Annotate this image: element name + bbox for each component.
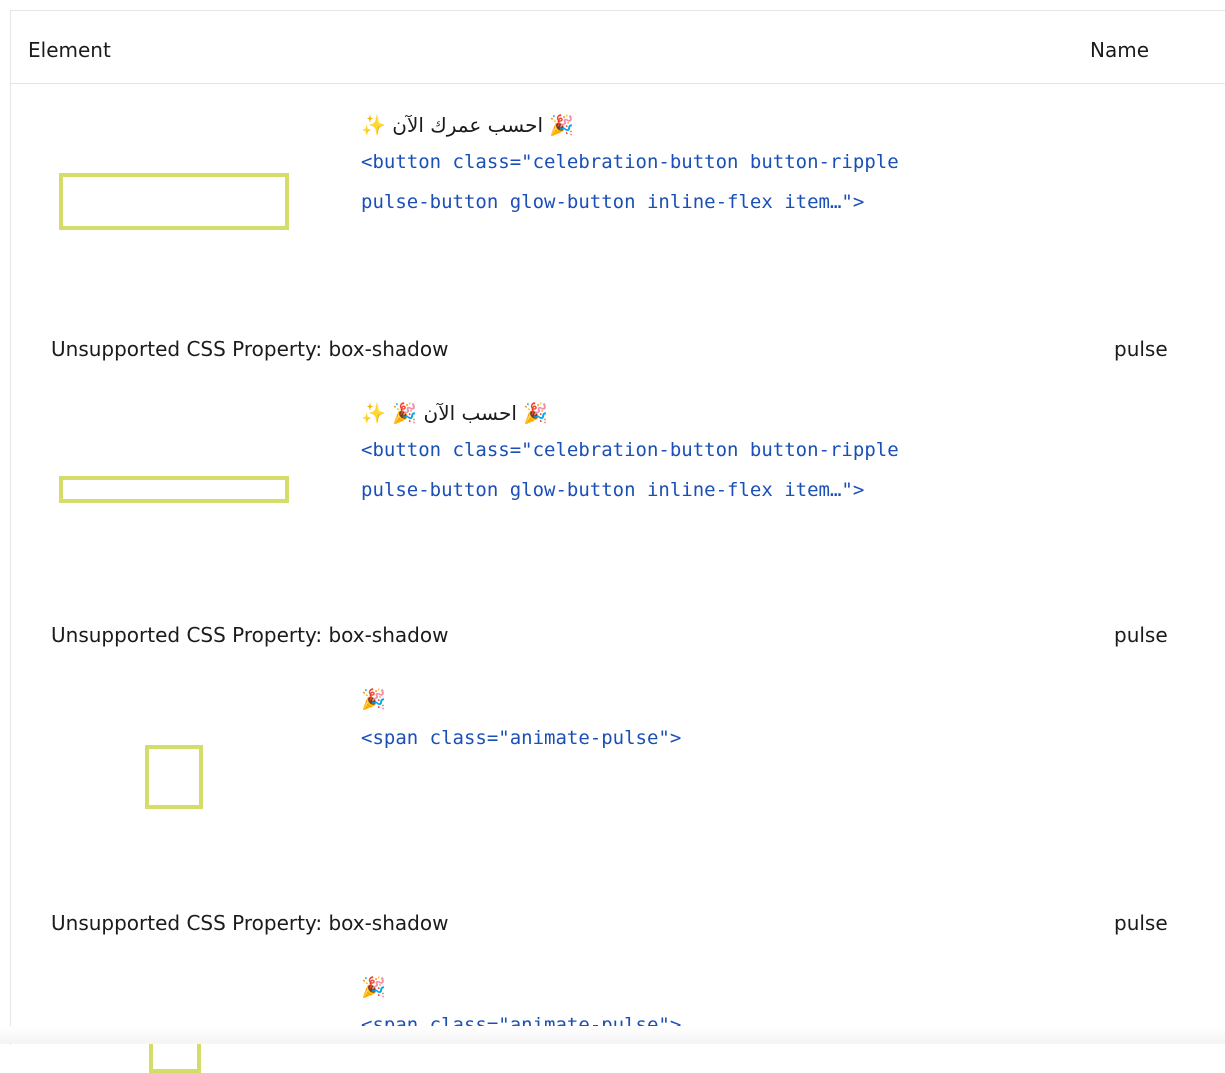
issue-name: pulse [1114,623,1168,647]
issue-name: pulse [1114,911,1168,935]
element-label: ✨ 🎉 احسب الآن 🎉 [361,401,549,425]
element-thumbnail [59,476,289,503]
column-header-element[interactable]: Element [28,38,111,62]
element-code: <button class="celebration-button button… [361,439,899,461]
issue-name: pulse [1114,337,1168,361]
element-code: <span class="animate-pulse"> [361,727,682,749]
element-thumbnail [145,745,203,809]
element-code-continued: pulse-button glow-button inline-flex ite… [361,191,865,213]
element-code-continued: pulse-button glow-button inline-flex ite… [361,479,865,501]
element-label: 🎉 [361,687,386,711]
table-header: Element Name [11,11,1225,84]
element-label: ✨ احسب عمرك الآن 🎉 [361,113,575,137]
element-thumbnail [59,173,289,230]
issue-text: Unsupported CSS Property: box-shadow [51,337,449,361]
element-code: <button class="celebration-button button… [361,151,899,173]
issue-text: Unsupported CSS Property: box-shadow [51,623,449,647]
results-panel: Element Name ✨ احسب عمرك الآن 🎉 <button … [10,10,1225,1073]
scroll-fade [0,1026,1225,1044]
issue-text: Unsupported CSS Property: box-shadow [51,911,449,935]
column-header-name[interactable]: Name [1090,38,1149,62]
element-label: 🎉 [361,975,386,999]
